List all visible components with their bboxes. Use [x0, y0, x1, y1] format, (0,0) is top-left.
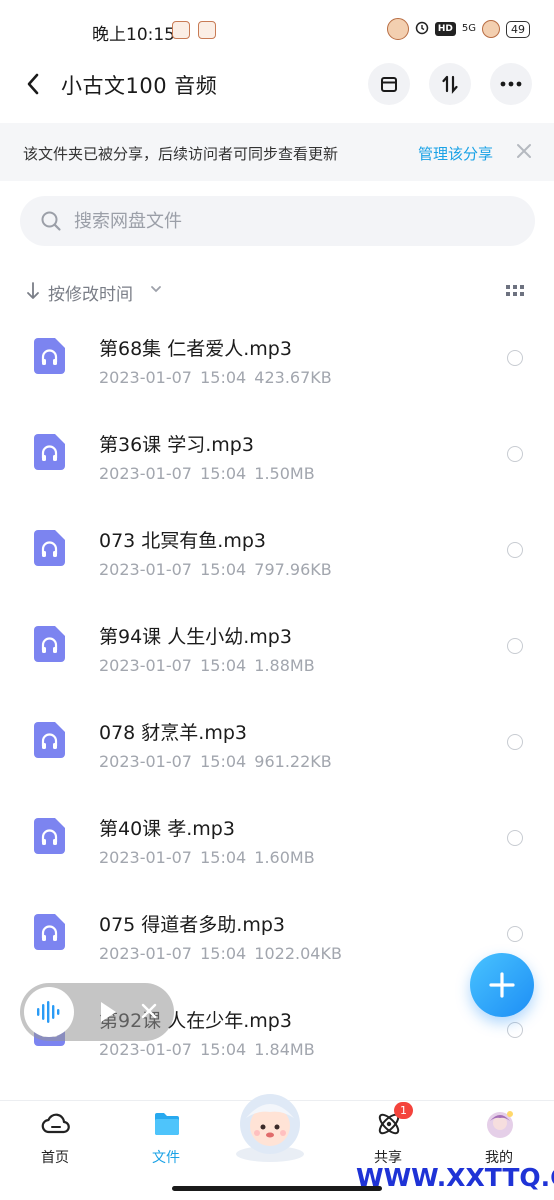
file-row[interactable]: 078 豺烹羊.mp3 2023-01-07 15:04 961.22KB: [0, 704, 554, 800]
file-name: 第68集 仁者爱人.mp3: [99, 338, 292, 360]
search-bar[interactable]: [20, 196, 535, 246]
audio-wave-button[interactable]: [24, 987, 74, 1037]
manage-share-link[interactable]: 管理该分享: [418, 143, 493, 164]
sort-row: 按修改时间: [0, 272, 554, 308]
share-banner: 该文件夹已被分享，后续访问者可同步查看更新 管理该分享: [0, 123, 554, 181]
back-button[interactable]: [20, 68, 48, 100]
watermark: WWW.XXTTQ.COM: [356, 1163, 554, 1192]
audio-file-icon: [34, 338, 65, 374]
sort-arrows-icon: [442, 75, 458, 94]
file-meta: 2023-01-07 15:04 1.84MB: [99, 1040, 315, 1059]
nav-home[interactable]: 首页: [5, 1101, 105, 1181]
audio-file-icon: [34, 434, 65, 470]
close-banner-button[interactable]: [514, 139, 534, 163]
close-player-icon[interactable]: [140, 1002, 158, 1020]
file-row[interactable]: 第94课 人生小幼.mp3 2023-01-07 15:04 1.88MB: [0, 608, 554, 704]
file-meta: 2023-01-07 15:04 1.88MB: [99, 656, 315, 675]
select-radio[interactable]: [507, 926, 523, 942]
archive-icon: [381, 77, 397, 92]
select-radio[interactable]: [507, 542, 523, 558]
grid-view-icon[interactable]: [504, 283, 526, 299]
back-arrow-icon: [27, 73, 39, 95]
file-meta: 2023-01-07 15:04 797.96KB: [99, 560, 332, 579]
select-radio[interactable]: [507, 638, 523, 654]
status-bar: 晚上10:15 HD 5G 49: [0, 0, 554, 58]
sort-selector[interactable]: 按修改时间: [48, 280, 133, 305]
nav-label: 首页: [41, 1150, 69, 1166]
app-screen: 晚上10:15 HD 5G 49 小古文100 音频 该文件夹已被分享，后续访问…: [0, 0, 554, 1200]
file-meta: 2023-01-07 15:04 1022.04KB: [99, 944, 342, 963]
alarm-icon: [415, 20, 429, 39]
select-radio[interactable]: [507, 830, 523, 846]
notification-app-icon: [198, 21, 216, 39]
file-name: 078 豺烹羊.mp3: [99, 722, 248, 744]
plus-icon: [489, 972, 515, 998]
select-radio[interactable]: [507, 350, 523, 366]
file-meta: 2023-01-07 15:04 1.50MB: [99, 464, 315, 483]
audio-file-icon: [34, 530, 65, 566]
file-row[interactable]: 第36课 学习.mp3 2023-01-07 15:04 1.50MB: [0, 416, 554, 512]
file-meta: 2023-01-07 15:04 961.22KB: [99, 752, 332, 771]
search-icon: [41, 211, 61, 231]
more-button[interactable]: [490, 63, 532, 105]
header: 小古文100 音频: [0, 58, 554, 114]
file-name: 第40课 孝.mp3: [99, 818, 235, 840]
audio-file-icon: [34, 818, 65, 854]
audio-file-icon: [34, 914, 65, 950]
arrow-down-icon: [27, 282, 39, 299]
share-notice-text: 该文件夹已被分享，后续访问者可同步查看更新: [23, 145, 339, 163]
audio-file-icon: [34, 722, 65, 758]
close-icon: [517, 144, 531, 158]
sticker-icon: [386, 18, 409, 40]
file-meta: 2023-01-07 15:04 423.67KB: [99, 368, 332, 387]
select-radio[interactable]: [507, 734, 523, 750]
avatar: [487, 1111, 513, 1138]
file-meta: 2023-01-07 15:04 1.60MB: [99, 848, 315, 867]
select-radio[interactable]: [507, 1022, 523, 1038]
hd-badge: HD: [434, 22, 456, 36]
audio-file-icon: [34, 626, 65, 662]
notification-app-icon: [172, 21, 190, 39]
nav-files[interactable]: 文件: [116, 1101, 216, 1181]
notification-badge: 1: [394, 1102, 413, 1119]
floating-player[interactable]: [20, 983, 174, 1041]
chevron-down-icon: [151, 286, 161, 293]
file-row[interactable]: 第68集 仁者爱人.mp3 2023-01-07 15:04 423.67KB: [0, 320, 554, 416]
cloud-icon: [41, 1113, 70, 1134]
battery-indicator: 49: [506, 20, 530, 38]
home-indicator: [172, 1186, 382, 1191]
add-button[interactable]: [470, 953, 534, 1017]
nav-label: 文件: [152, 1150, 180, 1166]
page-title: 小古文100 音频: [61, 74, 218, 98]
file-row[interactable]: 073 北冥有鱼.mp3 2023-01-07 15:04 797.96KB: [0, 512, 554, 608]
file-name: 第94课 人生小幼.mp3: [99, 626, 292, 648]
network-label: 5G: [461, 23, 476, 34]
file-name: 073 北冥有鱼.mp3: [99, 530, 267, 552]
audio-wave-icon: [37, 1001, 60, 1023]
status-indicators: HD 5G 49: [386, 18, 530, 40]
folder-icon: [155, 1113, 179, 1135]
play-icon[interactable]: [98, 1000, 118, 1024]
file-name: 075 得道者多助.mp3: [99, 914, 286, 936]
archive-button[interactable]: [368, 63, 410, 105]
search-input[interactable]: [74, 196, 514, 246]
sort-order-button[interactable]: [429, 63, 471, 105]
status-time: 晚上10:15: [92, 25, 175, 45]
file-name: 第36课 学习.mp3: [99, 434, 254, 456]
mascot-icon[interactable]: [226, 1090, 314, 1162]
sticker-icon: [482, 20, 500, 38]
more-dots-icon: [500, 81, 522, 87]
file-row[interactable]: 第40课 孝.mp3 2023-01-07 15:04 1.60MB: [0, 800, 554, 896]
select-radio[interactable]: [507, 446, 523, 462]
